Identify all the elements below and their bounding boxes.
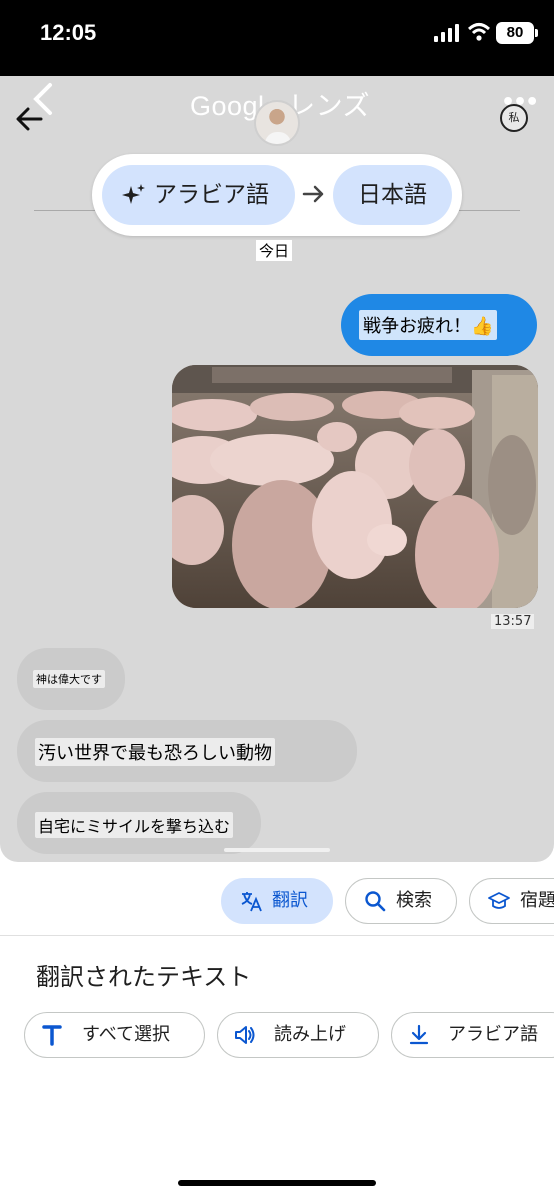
read-aloud-button[interactable]: 読み上げ (217, 1012, 379, 1058)
tab-translate-label: 翻訳 (272, 890, 308, 911)
received-message-bubble: 汚い世界で最も恐ろしい動物 (17, 720, 357, 782)
profile-button[interactable]: 私 (500, 104, 528, 132)
battery-indicator: 80 (496, 22, 534, 44)
arrow-right-icon (302, 185, 324, 203)
cellular-signal-icon (434, 24, 459, 42)
read-aloud-label: 読み上げ (274, 1024, 346, 1045)
received-message-text: 自宅にミサイルを撃ち込む (35, 812, 234, 838)
select-text-icon (42, 1025, 62, 1046)
sheet-handle[interactable] (224, 848, 330, 852)
language-selector: アラビア語 日本語 (92, 154, 462, 236)
homework-icon (488, 892, 510, 909)
sent-message-text: 戦争お疲れ！👍 (359, 310, 498, 340)
contact-avatar (254, 100, 300, 146)
target-language-button[interactable]: 日本語 (333, 165, 452, 225)
chat-photo (172, 365, 538, 608)
sparkle-icon (122, 184, 145, 204)
date-label: 今日 (256, 240, 293, 261)
select-all-label: すべて選択 (82, 1024, 171, 1045)
lens-image-area[interactable]: Google レンズ ••• 私 アラビア語 日本語 今日 戦争お疲れ！👍 13… (0, 76, 554, 862)
source-language-button[interactable]: アラビア語 (102, 165, 295, 225)
battery-tip (535, 29, 538, 37)
message-timestamp: 13:57 (491, 614, 535, 629)
tab-homework-label: 宿題 (520, 890, 554, 911)
download-icon (409, 1024, 429, 1045)
tab-homework[interactable]: 宿題 (469, 878, 554, 924)
results-divider (0, 935, 554, 936)
sent-message-bubble: 戦争お疲れ！👍 (341, 294, 537, 356)
home-indicator[interactable] (178, 1180, 376, 1186)
tab-translate[interactable]: 翻訳 (221, 878, 333, 924)
download-language-label: アラビア語 (448, 1024, 538, 1045)
received-message-bubble: 自宅にミサイルを撃ち込む (17, 792, 261, 854)
pigs-photo-icon (172, 365, 538, 608)
received-message-bubble: 神は偉大です (17, 648, 125, 710)
tab-search-label: 検索 (396, 890, 432, 911)
source-language-label: アラビア語 (154, 182, 269, 208)
speaker-icon (235, 1026, 255, 1044)
received-message-text: 汚い世界で最も恐ろしい動物 (35, 738, 275, 766)
search-icon (365, 891, 386, 912)
avatar-body (265, 132, 291, 144)
results-title: 翻訳されたテキスト (36, 963, 252, 991)
tab-search[interactable]: 検索 (345, 878, 457, 924)
received-message-text: 神は偉大です (33, 670, 105, 688)
select-all-button[interactable]: すべて選択 (24, 1012, 205, 1058)
status-bar: 12:05 80 (0, 0, 554, 76)
status-time: 12:05 (40, 20, 97, 45)
download-language-button[interactable]: アラビア語 (391, 1012, 554, 1058)
wifi-icon (468, 23, 490, 41)
back-arrow-icon[interactable] (14, 104, 44, 134)
translate-icon (241, 892, 262, 912)
